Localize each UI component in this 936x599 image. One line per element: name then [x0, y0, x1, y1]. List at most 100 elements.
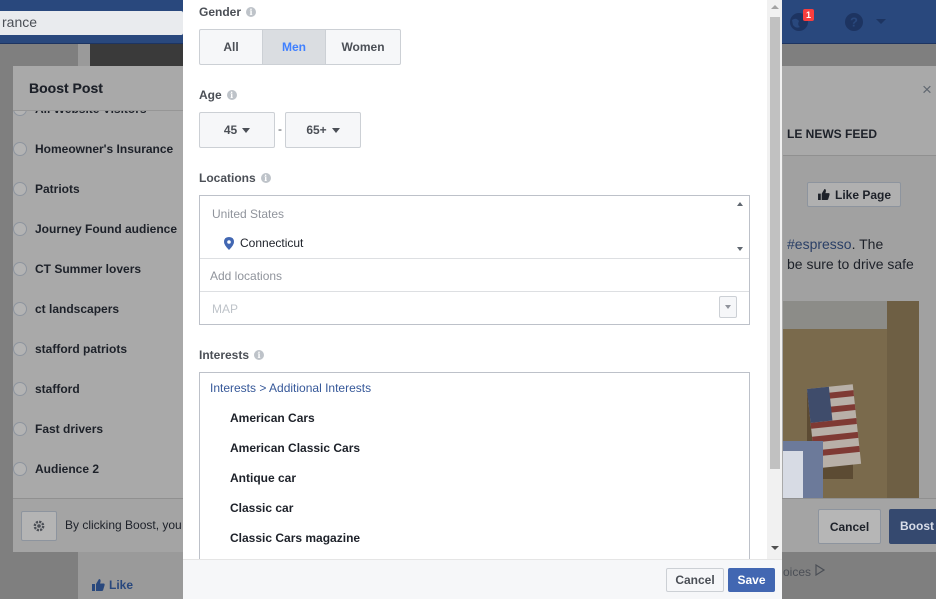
- audience-label: stafford patriots: [35, 342, 128, 356]
- help-icon[interactable]: ?: [843, 11, 865, 33]
- locations-box: United States Connecticut Add locations …: [199, 195, 750, 325]
- map-expand-button[interactable]: [719, 296, 737, 318]
- interests-label: Interests i: [199, 348, 265, 362]
- search-input[interactable]: rance: [0, 11, 183, 35]
- audience-item[interactable]: CT Summer lovers: [13, 262, 141, 276]
- interest-item[interactable]: Antique car: [230, 471, 296, 485]
- audience-label: Journey Found audience: [35, 222, 178, 236]
- radio-button[interactable]: [13, 182, 27, 196]
- ad-preview-photo: [783, 301, 919, 498]
- tab-mobile-news-feed[interactable]: LE NEWS FEED: [783, 111, 936, 156]
- audience-label: CT Summer lovers: [35, 262, 142, 276]
- boost-terms-text: By clicking Boost, you: [65, 518, 182, 532]
- boost-post-title-overlay: Boost Post: [29, 80, 103, 96]
- add-locations-input[interactable]: Add locations: [200, 259, 749, 292]
- age-max-select[interactable]: 65+: [285, 112, 361, 148]
- gender-label: Gender i: [199, 5, 257, 19]
- edit-audience-scroll-area[interactable]: Gender i All Men Women Age i 45 - 65+ Lo…: [183, 0, 767, 559]
- info-icon[interactable]: i: [226, 90, 237, 100]
- scrollbar-thumb[interactable]: [770, 17, 780, 469]
- interest-item[interactable]: Classic Cars magazine: [230, 531, 360, 545]
- audience-label: Audience 2: [35, 462, 100, 476]
- audience-item[interactable]: Audience 2: [13, 462, 99, 476]
- like-label: Like: [109, 578, 134, 592]
- location-country: United States: [212, 207, 285, 221]
- audience-item[interactable]: stafford patriots: [13, 342, 127, 356]
- audience-item[interactable]: Patriots: [13, 182, 80, 196]
- like-page-button[interactable]: Like Page: [807, 182, 901, 207]
- selected-locations-list[interactable]: United States Connecticut: [200, 196, 749, 259]
- boost-button[interactable]: Boost: [889, 509, 936, 544]
- chevron-down-icon: [331, 127, 340, 133]
- like-page-label: Like Page: [835, 187, 892, 202]
- preview-text-after-tag: . The: [851, 236, 884, 252]
- interests-breadcrumb[interactable]: Interests > Additional Interests: [210, 381, 371, 395]
- gender-option-women[interactable]: Women: [325, 29, 401, 65]
- preview-text-line2: be sure to drive safe: [787, 256, 914, 272]
- dialog-scrollbar[interactable]: [767, 0, 782, 559]
- gender-label-text: Gender: [199, 5, 242, 19]
- info-icon[interactable]: i: [254, 350, 265, 360]
- gender-option-all[interactable]: All: [199, 29, 263, 65]
- scroll-up-icon[interactable]: [737, 202, 743, 206]
- audience-label: Patriots: [35, 182, 80, 196]
- info-icon[interactable]: i: [260, 173, 271, 183]
- age-label-text: Age: [199, 88, 222, 102]
- radio-button[interactable]: [13, 382, 27, 396]
- radio-button[interactable]: [13, 462, 27, 476]
- notification-badge: 1: [803, 9, 815, 21]
- location-pin-icon: [224, 236, 234, 250]
- chevron-down-icon: [242, 127, 251, 133]
- age-min-value: 45: [223, 123, 238, 137]
- interest-item[interactable]: American Cars: [230, 411, 315, 425]
- cancel-button[interactable]: Cancel: [666, 568, 724, 592]
- age-min-select[interactable]: 45: [199, 112, 275, 148]
- scroll-up-icon[interactable]: [771, 5, 779, 9]
- audience-item[interactable]: Fast drivers: [13, 422, 103, 436]
- audience-item[interactable]: stafford: [13, 382, 80, 396]
- office-flag-photo: [783, 301, 919, 498]
- info-icon[interactable]: i: [246, 7, 257, 17]
- interests-box: Interests > Additional Interests America…: [199, 372, 750, 559]
- boost-cancel-button[interactable]: Cancel: [818, 509, 881, 544]
- audience-label: stafford: [35, 382, 80, 396]
- settings-button[interactable]: [21, 511, 57, 541]
- interest-item[interactable]: Classic car: [230, 501, 293, 515]
- interest-item[interactable]: American Classic Cars: [230, 441, 360, 455]
- radio-button[interactable]: [13, 262, 27, 276]
- radio-button[interactable]: [13, 222, 27, 236]
- radio-button[interactable]: [13, 422, 27, 436]
- close-icon[interactable]: ×: [922, 80, 932, 100]
- age-max-value: 65+: [306, 123, 327, 137]
- gender-selector: All Men Women: [199, 29, 401, 65]
- thumbs-up-icon: [92, 579, 105, 591]
- ad-choices-text[interactable]: oices: [783, 563, 826, 579]
- audience-label: Fast drivers: [35, 422, 104, 436]
- map-toggle-row[interactable]: MAP: [200, 292, 749, 324]
- audience-label: ct landscapers: [35, 302, 120, 316]
- save-button[interactable]: Save: [728, 568, 775, 592]
- audience-label: Homeowner's Insurance: [35, 142, 174, 156]
- audience-item[interactable]: Journey Found audience: [13, 222, 177, 236]
- audience-item[interactable]: Homeowner's Insurance: [13, 142, 173, 156]
- location-item[interactable]: Connecticut: [224, 236, 303, 250]
- ad-choices-icon: [815, 563, 826, 577]
- thumbs-up-icon: [818, 189, 830, 200]
- ad-choices-label: oices: [783, 565, 812, 579]
- radio-button[interactable]: [13, 302, 27, 316]
- interests-label-text: Interests: [199, 348, 250, 362]
- feed-photo: [90, 44, 184, 66]
- radio-button[interactable]: [13, 342, 27, 356]
- ad-preview-text: #espresso. The be sure to drive safe: [787, 234, 936, 274]
- locations-label: Locations i: [199, 171, 271, 185]
- audience-item[interactable]: ct landscapers: [13, 302, 119, 316]
- radio-button[interactable]: [13, 142, 27, 156]
- hashtag-link[interactable]: #espresso: [787, 236, 852, 252]
- like-link[interactable]: Like: [92, 578, 133, 592]
- account-menu-caret-icon[interactable]: [876, 19, 886, 24]
- edit-audience-dialog: Gender i All Men Women Age i 45 - 65+ Lo…: [183, 0, 782, 599]
- scroll-down-icon[interactable]: [771, 546, 779, 550]
- chevron-down-icon: [725, 305, 731, 309]
- gender-option-men[interactable]: Men: [262, 29, 326, 65]
- scroll-down-icon[interactable]: [737, 247, 743, 251]
